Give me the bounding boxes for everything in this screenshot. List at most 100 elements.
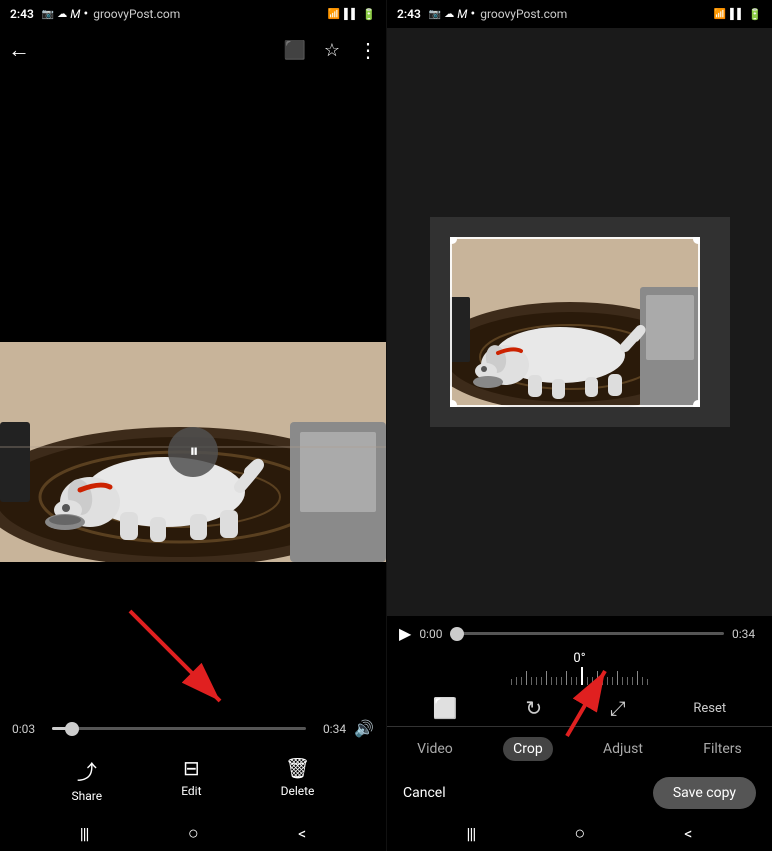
tick [647,679,648,685]
right-current-time: 0:00 [419,627,449,641]
right-progress-thumb[interactable] [450,627,464,641]
bookmark-icon[interactable]: ☆ [324,40,340,61]
dot-icon: • [83,6,88,22]
bottom-action-row: Cancel Save copy [387,769,772,815]
tab-adjust[interactable]: Adjust [593,737,653,761]
tick [617,671,618,685]
left-bottom-controls: 0:03 0:34 🔊 ⤴ Share ⊟ Edit 🗑 Delete [0,711,386,815]
right-video-area [387,28,772,616]
aspect-ratio-tool[interactable]: ⬜ [433,696,458,720]
site-label-left: groovyPost.com [93,7,180,21]
cancel-button[interactable]: Cancel [403,785,446,801]
right-dot-icon: • [470,6,475,22]
crop-workspace [430,217,730,427]
right-home-icon[interactable]: ○ [574,823,585,844]
right-mail-icon: M [457,7,467,21]
pause-button[interactable]: ⏸ [168,427,218,477]
crop-corner-bl[interactable] [450,400,457,407]
tick [642,677,643,685]
more-icon[interactable]: ⋮ [358,38,378,62]
current-time-label: 0:03 [12,722,44,736]
tab-video[interactable]: Video [407,737,463,761]
angle-value: 0° [387,651,772,666]
right-battery-icon: 🔋 [748,8,762,21]
back-button[interactable]: ← [8,37,30,63]
delete-button[interactable]: 🗑 Delete [281,756,315,803]
left-video-area[interactable]: ⏸ [0,192,386,711]
right-panel: 2:43 📷 ☁ M • groovyPost.com 📶 ▌▌ 🔋 [386,0,772,851]
tick [571,677,572,685]
nav-icons-group: ⬛ ☆ ⋮ [283,38,378,62]
camera-icon: 📷 [42,9,54,20]
tick [541,677,542,685]
right-total-time: 0:34 [732,627,760,641]
left-nav-bar: ← ⬛ ☆ ⋮ [0,28,386,72]
tick [612,677,613,685]
cast-icon[interactable]: ⬛ [283,40,305,61]
left-home-bar: ||| ○ < [0,815,386,851]
tick [516,677,517,685]
volume-icon[interactable]: 🔊 [354,719,374,738]
tick [566,671,567,685]
tick [627,677,628,685]
tick [531,677,532,685]
tick [526,671,527,685]
share-label: Share [72,789,103,803]
crop-corner-br[interactable] [693,400,700,407]
tick [576,677,577,685]
wifi-icon: 📶 [328,9,340,20]
right-site-label: groovyPost.com [480,7,567,21]
crop-image-area[interactable] [450,237,700,407]
right-timeline-row: ▶ 0:00 0:34 [387,616,772,647]
left-back-icon[interactable]: < [298,824,306,843]
edit-button[interactable]: ⊟ Edit [181,756,201,803]
tick [592,677,593,685]
tick [597,671,598,685]
share-button[interactable]: ⤴ Share [72,756,103,803]
tab-filters[interactable]: Filters [693,737,752,761]
angle-row: 0° [387,647,772,688]
crop-corner-tr[interactable] [693,237,700,244]
rotate-tool[interactable]: ↻ [525,696,542,720]
video-progress-thumb[interactable] [65,722,79,736]
right-home-bar: ||| ○ < [387,815,772,851]
left-status-icons: 📷 ☁ M • groovyPost.com [42,6,180,22]
tick [607,677,608,685]
save-copy-button[interactable]: Save copy [653,777,756,809]
tick [602,677,603,685]
share-icon: ⤴ [77,756,97,785]
battery-icon: 🔋 [362,8,376,21]
left-panel: 2:43 📷 ☁ M • groovyPost.com 📶 ▌▌ 🔋 ← ⬛ ☆… [0,0,386,851]
tab-bar: Video Crop Adjust Filters [387,727,772,769]
crop-border[interactable] [450,237,700,407]
tick [536,677,537,685]
fullscreen-tool[interactable]: ⤢ [610,696,626,720]
right-wifi-icon: 📶 [714,9,726,20]
tick [556,677,557,685]
crop-corner-tl[interactable] [450,237,457,244]
mail-icon: M [70,7,80,21]
tick [521,677,522,685]
right-back-icon[interactable]: < [684,824,692,843]
right-play-button[interactable]: ▶ [399,624,411,643]
ruler-marks [511,667,648,685]
left-multitask-icon[interactable]: ||| [80,824,89,843]
tab-crop[interactable]: Crop [503,737,553,761]
right-progress-track[interactable] [457,632,724,635]
left-dog-image[interactable]: ⏸ [0,342,386,562]
tools-row: ⬜ ↻ ⤢ Reset [387,688,772,726]
tick [551,677,552,685]
right-status-icons: 📷 ☁ M • groovyPost.com [429,6,567,22]
right-cloud-icon: ☁ [444,9,454,20]
right-multitask-icon[interactable]: ||| [467,824,476,843]
angle-ruler[interactable] [387,666,772,686]
left-home-icon[interactable]: ○ [188,823,199,844]
tick [637,671,638,685]
delete-label: Delete [281,784,315,798]
right-signal-icons: 📶 ▌▌ 🔋 [714,8,762,21]
right-status-time: 2:43 [397,7,421,21]
right-signal-icon: ▌▌ [730,9,744,20]
tick [546,671,547,685]
reset-button[interactable]: Reset [693,701,726,716]
video-progress-track[interactable] [52,727,306,730]
